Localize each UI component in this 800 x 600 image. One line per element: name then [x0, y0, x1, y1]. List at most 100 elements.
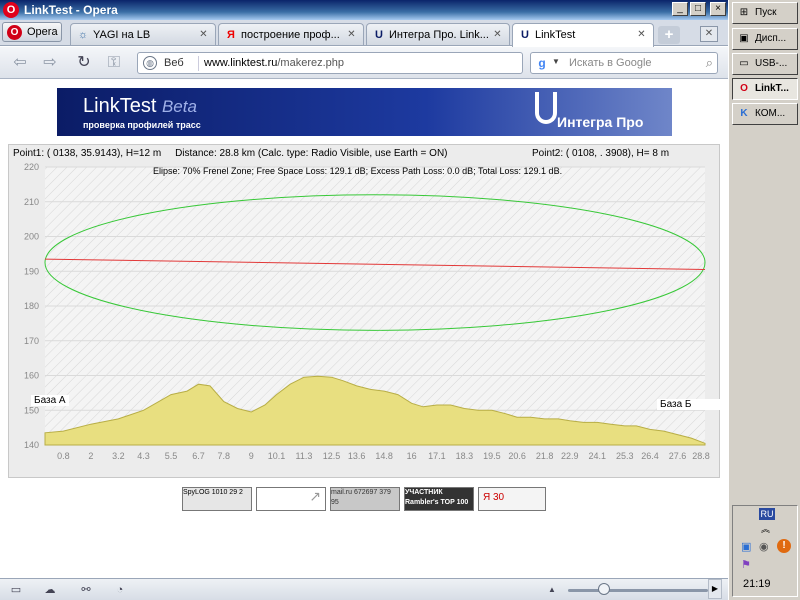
x-tick-label: 21.8 — [536, 451, 554, 461]
taskbar-item-kom[interactable]: K КОМ... — [732, 103, 798, 125]
rambler-counter[interactable]: УЧАСТНИК Rambler's TOP 100 — [404, 487, 474, 511]
x-tick-label: 0.8 — [57, 451, 70, 461]
point2-text: Point2: ( 0108, . 3908), H= 8 m — [532, 148, 670, 159]
usb-icon: ▭ — [739, 58, 749, 69]
spylog-counter[interactable]: SpyLOG 1010 29 2 — [182, 487, 252, 511]
web-label: Веб — [164, 57, 184, 69]
close-tab-icon[interactable]: ✕ — [491, 28, 504, 41]
x-tick-label: 14.8 — [375, 451, 393, 461]
start-label: Пуск — [755, 7, 777, 18]
language-indicator[interactable]: RU — [759, 508, 775, 520]
x-tick-label: 26.4 — [641, 451, 659, 461]
closed-tabs-trash-icon[interactable]: ✕ — [700, 26, 718, 42]
sun-icon: ☼ — [77, 29, 89, 41]
base-a-label: База А — [31, 395, 69, 406]
x-tick-label: 6.7 — [192, 451, 205, 461]
zoom-out-icon[interactable]: ▲ — [544, 583, 560, 597]
speed-dial-icon[interactable]: ◔ — [112, 583, 128, 597]
search-field[interactable]: g ▼ Искать в Google ⌕ — [530, 52, 718, 74]
globe-icon: ◍ — [143, 56, 157, 70]
mail-counter[interactable]: mail.ru 672697 379 95 — [330, 487, 400, 511]
tab-linktest[interactable]: U LinkTest ✕ — [512, 23, 654, 47]
yandex-icon: Я — [227, 29, 235, 41]
opera-menu-button[interactable]: O Opera — [2, 22, 62, 42]
device-manager-icon: ▣ — [739, 33, 749, 44]
x-tick-label: 24.1 — [589, 451, 607, 461]
scroll-right-button[interactable]: ▶ — [708, 579, 722, 599]
cloud-icon[interactable]: ☁ — [42, 583, 58, 597]
counter-text: УЧАСТНИК Rambler's TOP 100 — [405, 489, 469, 506]
arrow-icon: ↗ — [309, 488, 321, 504]
opera-menu-label: Opera — [27, 26, 58, 38]
blank-counter[interactable]: ↗ — [256, 487, 326, 511]
taskbar-item-linktest[interactable]: O LinkT... — [732, 78, 798, 100]
point1-text: Point1: ( 0138, 35.9143), H=12 m — [13, 148, 162, 159]
x-tick-label: 17.1 — [428, 451, 446, 461]
google-icon: g — [538, 56, 546, 70]
profile-chart-panel: Point1: ( 0138, 35.9143), H=12 m Distanc… — [8, 144, 721, 478]
banner-title-text: LinkTest — [83, 95, 157, 117]
x-tick-label: 20.6 — [508, 451, 526, 461]
taskbar-item-label: USB-... — [755, 58, 788, 69]
zoom-slider-handle[interactable] — [598, 583, 610, 595]
close-tab-icon[interactable]: ✕ — [197, 28, 210, 41]
taskbar-item-device-manager[interactable]: ▣ Дисп... — [732, 28, 798, 50]
tab-yagi[interactable]: ☼ YAGI на LB ✕ — [70, 23, 216, 45]
x-tick-label: 9 — [249, 451, 254, 461]
reload-icon[interactable]: ↻ — [74, 54, 94, 72]
maximize-button[interactable]: □ — [690, 2, 706, 16]
banner-brand: Интегра Про — [557, 114, 644, 130]
integra-logo-icon — [535, 92, 557, 124]
back-arrow-icon[interactable]: ⇦ — [10, 54, 30, 72]
close-tab-icon[interactable]: ✕ — [635, 28, 648, 41]
chevron-down-icon[interactable]: ▼ — [552, 57, 560, 66]
x-tick-label: 22.9 — [561, 451, 579, 461]
profile-chart: 140 150 160 170 180 190 200 210 220 0.8 2 3.2 4.3 5.5… — [24, 162, 711, 463]
point1-info: Point1: ( 0138, 35.9143), H=12 m Distanc… — [13, 148, 448, 159]
url-text: www.linktest.ru/makerez.php — [204, 57, 344, 69]
x-tick-label: 7.8 — [217, 451, 230, 461]
chevron-up-icon[interactable]: ︽ — [761, 522, 770, 535]
forward-arrow-icon[interactable]: ⇨ — [40, 54, 60, 72]
start-button[interactable]: ⊞ Пуск — [732, 2, 798, 24]
taskbar: ⊞ Пуск ▣ Дисп... ▭ USB-... O LinkT... K КОМ..… — [728, 0, 800, 600]
yandex-counter[interactable]: Я 30 — [478, 487, 546, 511]
kom-icon: K — [740, 108, 748, 119]
x-tick-label: 25.3 — [616, 451, 634, 461]
share-icon[interactable]: ⚯ — [78, 583, 94, 597]
base-b-label: База Б — [657, 399, 721, 410]
warning-icon[interactable]: ! — [777, 539, 791, 553]
status-bar: ▭ ☁ ⚯ ◔ ▲ ▶ — [0, 578, 728, 600]
tab-integra-pro[interactable]: U Интегра Про. Link... ✕ — [366, 23, 510, 45]
close-window-button[interactable]: × — [710, 2, 726, 16]
linktest-banner: LinkTest Beta проверка профилей трасс Ин… — [57, 88, 672, 136]
y-tick-label: 190 — [24, 266, 39, 276]
minimize-button[interactable]: _ — [672, 2, 688, 16]
y-tick-label: 170 — [24, 336, 39, 346]
y-tick-label: 200 — [24, 232, 39, 242]
clock: 21:19 — [743, 578, 771, 590]
y-tick-label: 140 — [24, 440, 39, 450]
tab-profile-building[interactable]: Я построение проф... ✕ — [218, 23, 364, 45]
y-tick-label: 220 — [24, 162, 39, 172]
banner-title: LinkTest Beta — [83, 95, 197, 118]
flag-icon[interactable]: ⚑ — [741, 558, 751, 571]
counter-text: Я 30 — [483, 492, 505, 503]
search-icon[interactable]: ⌕ — [706, 55, 713, 71]
panel-toggle-icon[interactable]: ▭ — [8, 583, 24, 597]
opera-icon: O — [740, 83, 748, 94]
new-tab-button[interactable]: + — [658, 26, 680, 44]
y-tick-label: 180 — [24, 301, 39, 311]
address-bar[interactable]: ◍ Веб www.linktest.ru/makerez.php — [137, 52, 523, 74]
x-tick-label: 2 — [88, 451, 93, 461]
network-icon[interactable]: ▣ — [741, 540, 751, 553]
speaker-icon[interactable]: ◉ — [759, 540, 769, 553]
distance-text: Distance: 28.8 km (Calc. type: Radio Vis… — [175, 148, 448, 159]
close-tab-icon[interactable]: ✕ — [345, 28, 358, 41]
window-title: LinkTest - Opera — [24, 3, 118, 17]
banner-beta: Beta — [161, 97, 197, 116]
window-titlebar: O LinkTest - Opera _ □ × — [0, 0, 728, 20]
zoom-slider-track[interactable] — [568, 589, 708, 592]
taskbar-item-usb[interactable]: ▭ USB-... — [732, 53, 798, 75]
key-icon[interactable]: ⚿ — [104, 54, 124, 72]
